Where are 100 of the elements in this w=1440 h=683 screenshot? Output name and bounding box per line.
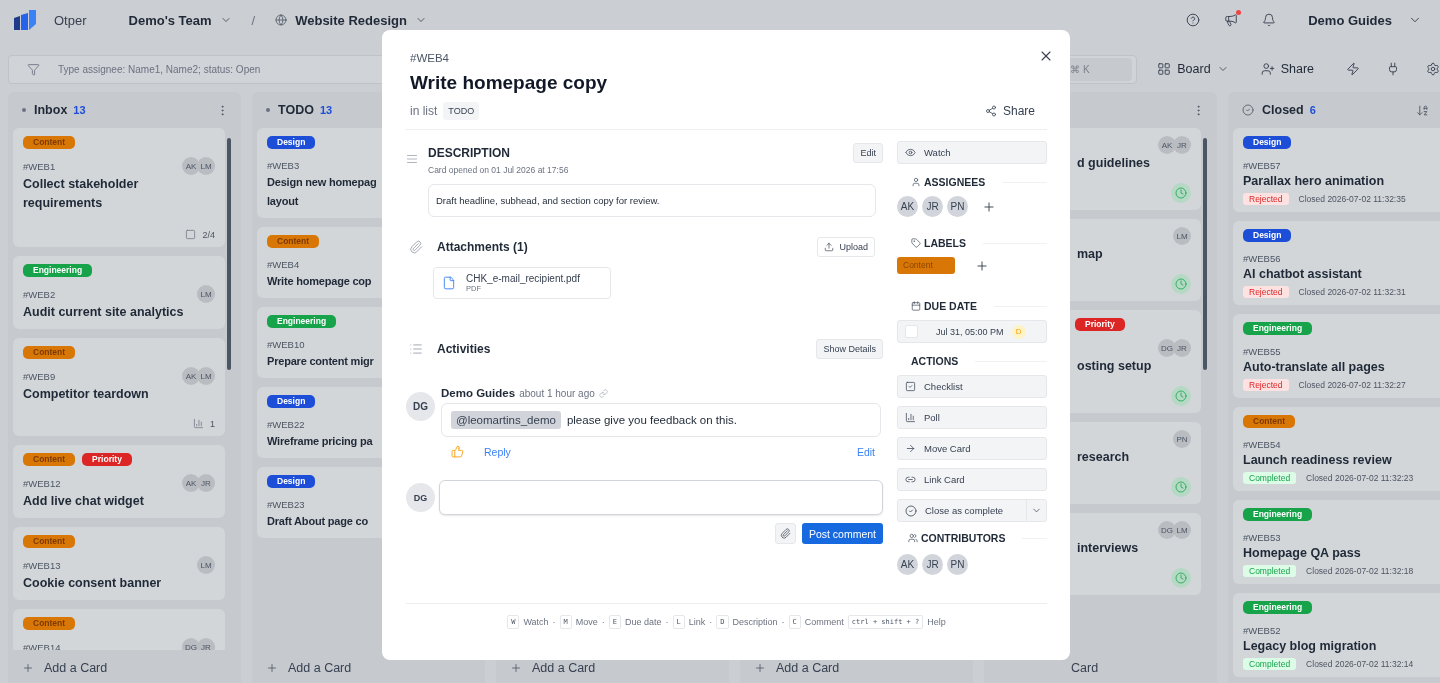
label-tag: Engineering [23, 264, 93, 277]
label-tag: Engineering [1243, 601, 1313, 614]
card-title: Collect stakeholder requirements [23, 176, 140, 212]
task-card[interactable]: Engineering #WEB53 Homepage QA pass Completed Closed 2026-07-02 11:32:18 [1233, 500, 1440, 584]
upload-button[interactable]: Upload [817, 237, 875, 257]
card-title: Launch readiness review [1243, 452, 1392, 469]
card-id: #WEB9 [23, 370, 56, 382]
avatar: LM [197, 157, 215, 175]
label-tag: Design [1243, 136, 1292, 149]
closed-date: Closed 2026-07-02 11:32:23 [1306, 473, 1414, 483]
card-title: Legacy blog migration [1243, 638, 1377, 655]
card-title: Competitor teardown [23, 386, 149, 403]
card-title: Wireframe pricing pa [267, 434, 373, 449]
view-dropdown[interactable]: Board [1151, 58, 1235, 80]
status-tag: Completed [1243, 472, 1297, 484]
avatar: DG [406, 392, 435, 421]
card-title: Prepare content migr [267, 354, 374, 369]
avatar: LM [1173, 227, 1191, 245]
label-tag: Content [23, 453, 76, 466]
avatar: JR [197, 638, 215, 650]
task-card[interactable]: Engineering #WEB55 Auto-translate all pages Rejected Closed 2026-07-02 11:32:27 [1233, 314, 1440, 398]
task-card[interactable]: Content #WEB1 AK LM Collect stakeholder requirements 2/4 [13, 128, 225, 247]
reply-link[interactable]: Reply [484, 445, 511, 458]
section-title: ASSIGNEES [924, 176, 986, 188]
task-card[interactable]: Content #WEB9 AK LM Competitor teardown 1 [13, 338, 225, 436]
column-title: TODO 13 [278, 103, 333, 117]
section-title: ACTIONS [911, 355, 959, 367]
label-tag: Engineering [1243, 322, 1313, 335]
task-card[interactable]: Content Priority #WEB12 AK JR Add live chat widget [13, 445, 225, 518]
card-id: #WEB14 [23, 641, 61, 650]
share-button[interactable]: Share [1254, 58, 1320, 80]
add-card-link[interactable]: Add a Card [288, 661, 352, 675]
list-prefix: in list [410, 104, 438, 118]
add-card-link[interactable]: Add a Card [44, 661, 108, 675]
app-name: Otper [54, 12, 87, 28]
avatar: JR [922, 554, 943, 575]
comment-text: please give you feedback on this. [566, 414, 737, 426]
separator: · [601, 617, 605, 627]
add-card-link[interactable]: Add a Card [532, 661, 596, 675]
card-id: #WEB12 [23, 477, 61, 489]
avatar: DG [1158, 339, 1176, 357]
avatar: JR [922, 196, 943, 217]
task-card[interactable]: Content #WEB54 Launch readiness review Completed Closed 2026-07-02 11:32:23 [1233, 407, 1440, 491]
card-id: #WEB1 [23, 160, 56, 172]
watch-button[interactable]: Watch [897, 141, 1047, 164]
task-card[interactable]: Engineering #WEB52 Legacy blog migration Completed Closed 2026-07-02 11:32:14 [1233, 593, 1440, 677]
task-card[interactable]: Content #WEB14 DG JR [13, 609, 225, 650]
card-title: Write homepage copy [410, 72, 609, 94]
close-complete-button[interactable]: Close as complete [897, 499, 1047, 522]
show-details-button[interactable]: Show Details [816, 339, 883, 359]
section-title: LABELS [924, 237, 966, 249]
avatar: AK [897, 196, 918, 217]
separator: · [552, 617, 556, 627]
closed-date: Closed 2026-07-02 11:32:14 [1306, 659, 1414, 669]
card-id: #WEB55 [1243, 345, 1281, 357]
action-button[interactable]: Checklist [897, 375, 1047, 398]
label-tag: Engineering [267, 315, 337, 328]
mention[interactable]: @leomartins_demo [451, 411, 561, 429]
action-button[interactable]: Move Card [897, 437, 1047, 460]
team-selector[interactable]: Demo's Team [128, 12, 212, 28]
separator: · [781, 617, 785, 627]
card-id: #WEB10 [267, 338, 305, 350]
due-date-field[interactable]: Jul 31, 05:00 PM D [897, 320, 1047, 343]
label-tag: Design [1243, 229, 1292, 242]
label-tag: Engineering [1243, 508, 1313, 521]
file-name: CHK_e-mail_recipient.pdf [466, 273, 580, 284]
card-title: Design new homepag [267, 175, 377, 190]
avatar: DG [1158, 521, 1176, 539]
avatar: LM [197, 556, 215, 574]
card-id: #WEB56 [1243, 252, 1281, 264]
task-card[interactable]: Content #WEB13 LM Cookie consent banner [13, 527, 225, 600]
label-tag: Content [267, 235, 320, 248]
label-tag: Design [267, 395, 316, 408]
list-chip: TODO [443, 102, 480, 120]
action-button[interactable]: Poll [897, 406, 1047, 429]
user-menu[interactable]: Demo Guides [1308, 12, 1392, 28]
task-card[interactable]: Design #WEB56 AI chatbot assistant Rejected Closed 2026-07-02 11:32:31 [1233, 221, 1440, 305]
project-selector[interactable]: Website Redesign [295, 12, 407, 28]
status-tag: Rejected [1243, 193, 1289, 205]
closed-date: Closed 2026-07-02 11:32:27 [1298, 380, 1406, 390]
avatar: AK [1158, 136, 1176, 154]
add-card-link[interactable]: Add a Card [776, 661, 840, 675]
card-title: Homepage QA pass [1243, 545, 1361, 562]
closed-date: Closed 2026-07-02 11:32:35 [1298, 194, 1406, 204]
label-tag: Content [1243, 415, 1296, 428]
shortcut-label: Comment [804, 617, 844, 627]
card-title: layout [267, 194, 299, 209]
post-comment-button[interactable]: Post comment [801, 523, 883, 544]
card-title: Audit current site analytics [23, 304, 184, 321]
action-button[interactable]: Link Card [897, 468, 1047, 491]
share-button[interactable]: Share [972, 102, 1047, 120]
avatar: JR [1173, 339, 1191, 357]
description-text: Draft headline, subhead, and section copy for review. [428, 184, 876, 217]
edit-button[interactable]: Edit [853, 143, 883, 163]
add-card-link[interactable]: Card [1071, 661, 1099, 675]
label-tag: Design [267, 136, 316, 149]
task-card[interactable]: Engineering #WEB2 LM Audit current site analytics [13, 256, 225, 329]
task-card[interactable]: Design #WEB57 Parallax hero animation Rejected Closed 2026-07-02 11:32:35 [1233, 128, 1440, 212]
edit-link[interactable]: Edit [856, 445, 875, 458]
card-title: research [1077, 449, 1130, 466]
